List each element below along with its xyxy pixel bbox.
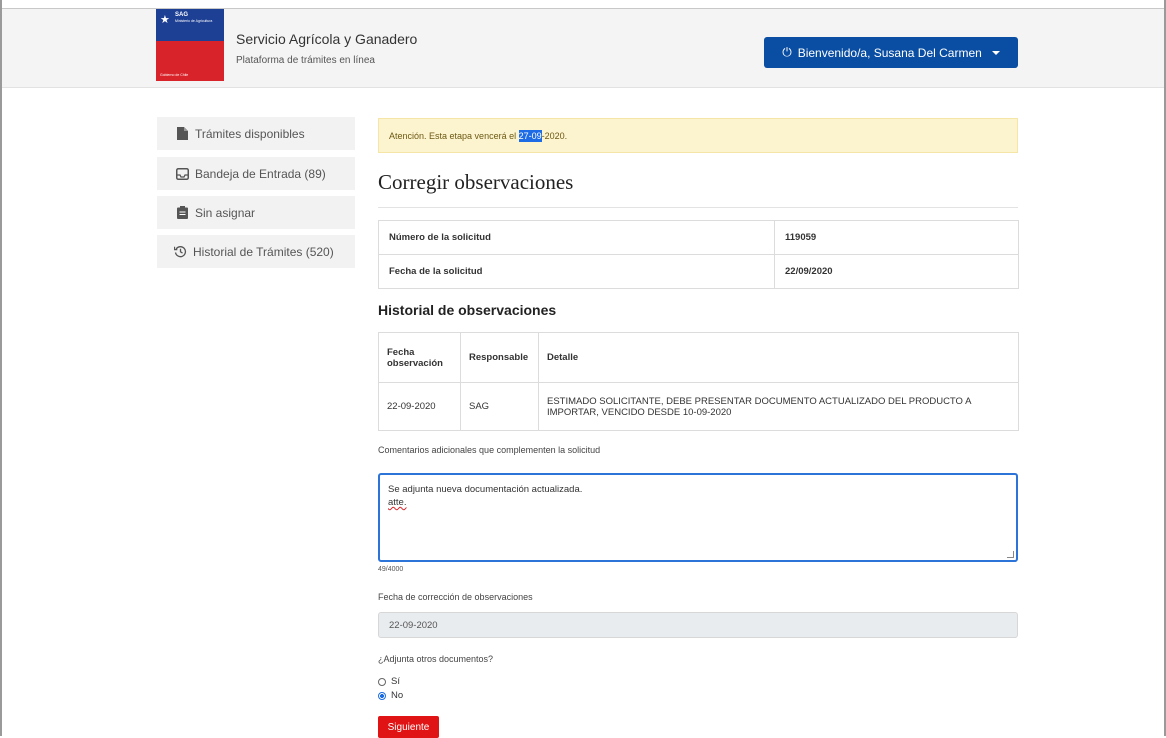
inbox-icon <box>175 167 189 181</box>
radio-no-icon[interactable] <box>378 691 386 700</box>
table-header-row: Fecha observación Responsable Detalle <box>378 332 1019 383</box>
clipboard-icon <box>175 206 189 220</box>
fecha-correccion-label: Fecha de corrección de observaciones <box>378 592 533 602</box>
comentarios-line-2: atte. <box>388 497 407 508</box>
sidebar-item-label: Trámites disponibles <box>195 126 305 141</box>
table-row: 22-09-2020 SAG ESTIMADO SOLICITANTE, DEB… <box>378 382 1019 431</box>
radio-option-si[interactable]: Sí <box>378 676 400 687</box>
comentarios-line-1: Se adjunta nueva documentación actualiza… <box>388 484 583 495</box>
brand-subtitle: Plataforma de trámites en línea <box>236 55 375 66</box>
alert-highlight: 27-09 <box>518 129 542 142</box>
cell-detalle: ESTIMADO SOLICITANTE, DEBE PRESENTAR DOC… <box>538 382 1019 431</box>
history-icon <box>173 245 187 259</box>
radio-no-label: No <box>391 690 404 701</box>
cell-responsable: SAG <box>460 382 539 431</box>
power-icon: ⏻ <box>782 45 792 59</box>
solicitud-number-value: 119059 <box>774 220 1019 255</box>
sidebar-item-bandeja[interactable]: Bandeja de Entrada (89) <box>157 157 355 190</box>
user-menu-label: Bienvenido/a, Susana Del Carmen <box>797 45 982 60</box>
adjunta-question: ¿Adjunta otros documentos? <box>378 654 494 664</box>
historial-title: Historial de observaciones <box>378 302 557 318</box>
resize-grip-icon[interactable] <box>1007 551 1014 558</box>
col-header-fecha: Fecha observación <box>378 332 461 383</box>
alert-suffix: -2020. <box>541 130 568 141</box>
sag-logo[interactable]: ★ SAG Ministerio de Agricultura Gobierno… <box>156 9 224 81</box>
radio-option-no[interactable]: No <box>378 690 403 701</box>
sidebar-item-label: Historial de Trámites (520) <box>193 244 334 259</box>
historial-table: Fecha observación Responsable Detalle 22… <box>378 332 1019 431</box>
siguiente-button[interactable]: Siguiente <box>378 716 439 738</box>
caret-down-icon <box>991 50 1000 55</box>
logo-government: Gobierno de Chile <box>160 73 189 77</box>
title-divider <box>378 207 1018 208</box>
fecha-correccion-value: 22-09-2020 <box>389 619 438 631</box>
alert-prefix: Atención. Esta etapa vencerá el <box>389 130 519 141</box>
brand-title: Servicio Agrícola y Ganadero <box>236 31 418 47</box>
col-header-responsable: Responsable <box>460 332 539 383</box>
sidebar-item-sin-asignar[interactable]: Sin asignar <box>157 196 355 229</box>
col-header-detalle: Detalle <box>538 332 1019 383</box>
sidebar-item-label: Bandeja de Entrada (89) <box>195 166 326 181</box>
comentarios-textarea[interactable]: Se adjunta nueva documentación actualiza… <box>378 473 1018 562</box>
window-left-border <box>0 0 2 736</box>
comentarios-label: Comentarios adicionales que complementen… <box>378 445 601 455</box>
sidebar-item-historial[interactable]: Historial de Trámites (520) <box>157 235 355 268</box>
window-top-margin <box>0 0 1166 8</box>
solicitud-table: Número de la solicitud 119059 Fecha de l… <box>378 220 1019 289</box>
logo-ministry: Ministerio de Agricultura <box>175 19 213 23</box>
radio-si-label: Sí <box>391 676 400 687</box>
character-counter: 49/4000 <box>378 566 404 573</box>
solicitud-date-label: Fecha de la solicitud <box>378 254 775 289</box>
fecha-correccion-input: 22-09-2020 <box>378 612 1018 638</box>
radio-si-icon[interactable] <box>378 677 386 686</box>
table-row: Número de la solicitud 119059 <box>378 220 1019 255</box>
file-icon <box>175 127 189 141</box>
page-title: Corregir observaciones <box>378 170 574 194</box>
deadline-alert: Atención. Esta etapa vencerá el 27-09 -20… <box>378 118 1018 153</box>
star-icon: ★ <box>160 13 170 26</box>
sidebar-item-tramites-disponibles[interactable]: Trámites disponibles <box>157 117 355 150</box>
cell-fecha: 22-09-2020 <box>378 382 461 431</box>
solicitud-number-label: Número de la solicitud <box>378 220 775 255</box>
table-row: Fecha de la solicitud 22/09/2020 <box>378 254 1019 289</box>
sidebar-item-label: Sin asignar <box>195 205 256 220</box>
solicitud-date-value: 22/09/2020 <box>774 254 1019 289</box>
user-menu-button[interactable]: ⏻ Bienvenido/a, Susana Del Carmen <box>764 37 1018 68</box>
logo-org: SAG <box>175 12 189 18</box>
